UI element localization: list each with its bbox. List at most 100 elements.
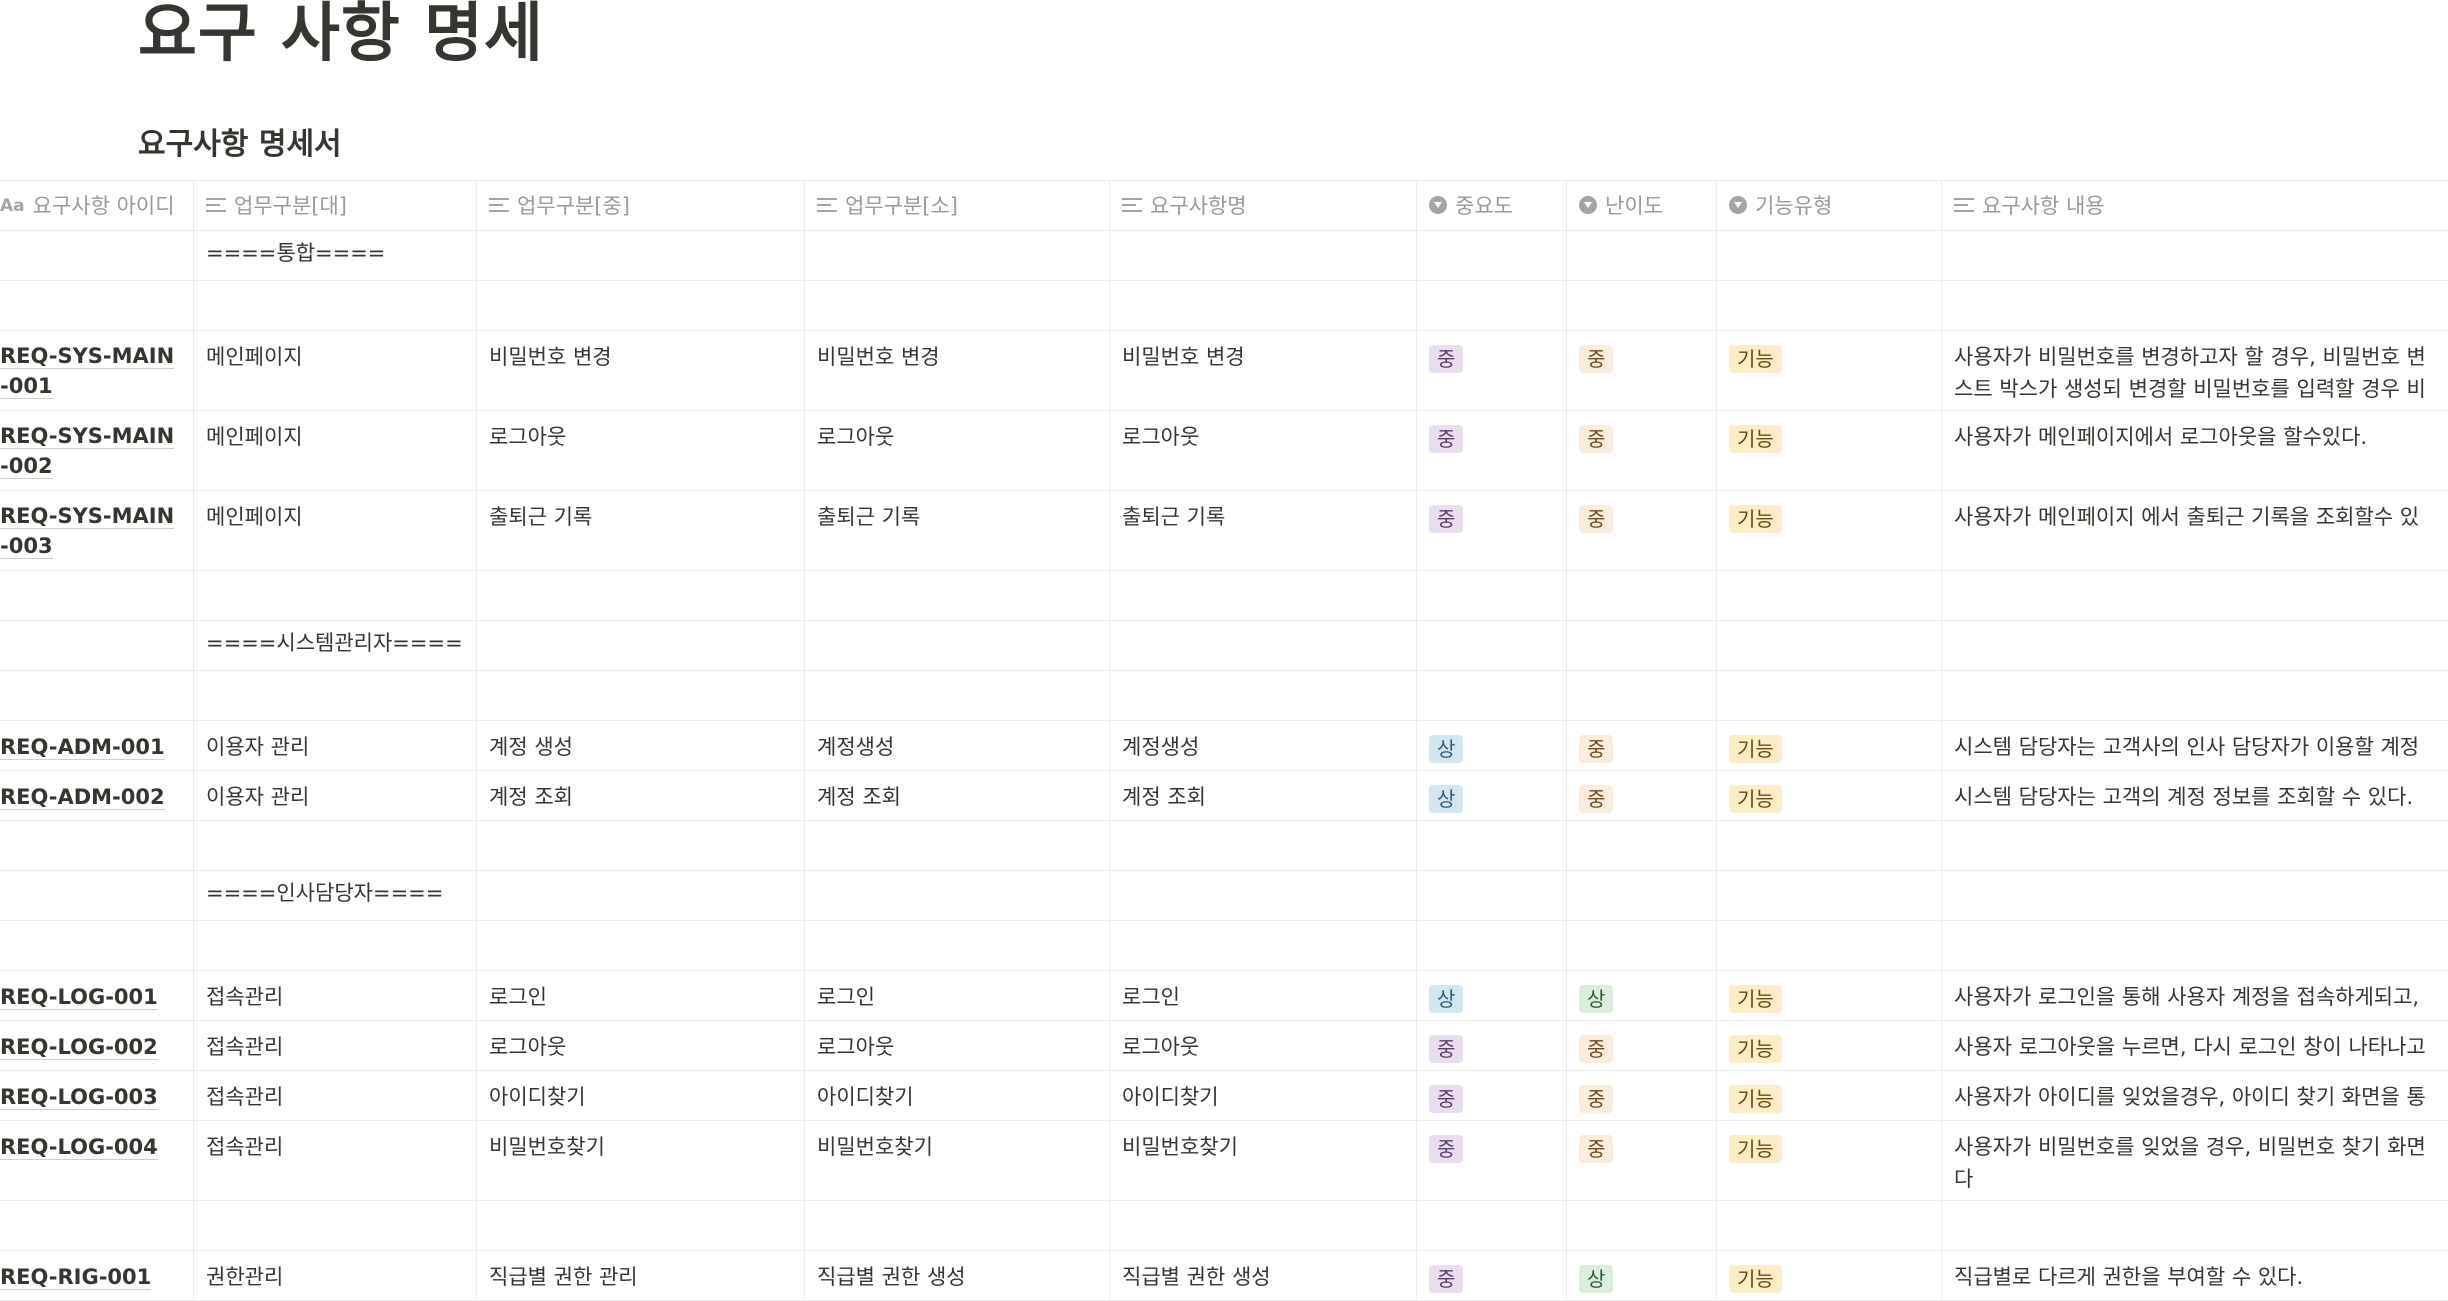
cell-id[interactable] [0,671,194,720]
database-title[interactable]: 요구사항 명세서 [138,125,342,165]
cell-difficulty[interactable]: 중 [1567,721,1717,770]
cell-minor[interactable] [805,821,1110,870]
cell-content[interactable] [1942,671,2448,720]
cell-major[interactable] [194,1201,477,1250]
cell-type[interactable]: 기능 [1717,771,1942,820]
cell-difficulty[interactable]: 중 [1567,411,1717,490]
cell-id[interactable] [0,621,194,670]
cell-type[interactable] [1717,281,1942,330]
cell-name[interactable] [1110,921,1417,970]
cell-type[interactable]: 기능 [1717,971,1942,1020]
cell-content[interactable]: 사용자가 메인페이지 에서 출퇴근 기록을 조회할수 있 [1942,491,2448,570]
table-row[interactable] [0,821,2448,871]
cell-id[interactable] [0,231,194,280]
cell-name[interactable]: 직급별 권한 생성 [1110,1251,1417,1300]
cell-mid[interactable] [477,821,805,870]
cell-type[interactable] [1717,571,1942,620]
cell-major[interactable] [194,281,477,330]
cell-name[interactable] [1110,1201,1417,1250]
cell-minor[interactable]: 직급별 권한 생성 [805,1251,1110,1300]
cell-difficulty[interactable]: 상 [1567,1251,1717,1300]
cell-difficulty[interactable] [1567,821,1717,870]
cell-content[interactable] [1942,921,2448,970]
cell-importance[interactable]: 상 [1417,721,1567,770]
cell-name[interactable] [1110,231,1417,280]
cell-minor[interactable]: 로그아웃 [805,1021,1110,1070]
cell-id[interactable] [0,871,194,920]
cell-mid[interactable] [477,281,805,330]
cell-minor[interactable]: 계정생성 [805,721,1110,770]
cell-mid[interactable] [477,571,805,620]
cell-importance[interactable]: 중 [1417,331,1567,410]
cell-type[interactable]: 기능 [1717,491,1942,570]
cell-name[interactable]: 비밀번호찾기 [1110,1121,1417,1200]
cell-id[interactable] [0,571,194,620]
cell-importance[interactable]: 중 [1417,491,1567,570]
cell-mid[interactable]: 비밀번호 변경 [477,331,805,410]
cell-mid[interactable] [477,871,805,920]
cell-content[interactable] [1942,871,2448,920]
cell-importance[interactable]: 상 [1417,771,1567,820]
cell-minor[interactable]: 아이디찾기 [805,1071,1110,1120]
cell-name[interactable]: 계정 조회 [1110,771,1417,820]
cell-id[interactable]: REQ-LOG-004 [0,1121,194,1200]
cell-name[interactable]: 비밀번호 변경 [1110,331,1417,410]
cell-importance[interactable] [1417,231,1567,280]
cell-major[interactable]: 이용자 관리 [194,771,477,820]
cell-minor[interactable] [805,571,1110,620]
cell-name[interactable]: 로그아웃 [1110,411,1417,490]
cell-difficulty[interactable]: 중 [1567,1021,1717,1070]
cell-minor[interactable] [805,281,1110,330]
cell-difficulty[interactable]: 상 [1567,971,1717,1020]
cell-mid[interactable]: 로그인 [477,971,805,1020]
cell-content[interactable] [1942,1201,2448,1250]
cell-minor[interactable] [805,621,1110,670]
cell-major[interactable]: 메인페이지 [194,491,477,570]
cell-id[interactable] [0,281,194,330]
table-row[interactable]: REQ-LOG-001 접속관리 로그인 로그인 로그인 상 상 기능 사용자가 로그인을 통해… [0,971,2448,1021]
cell-importance[interactable]: 중 [1417,1071,1567,1120]
table-row[interactable] [0,1201,2448,1251]
cell-mid[interactable] [477,1201,805,1250]
cell-content[interactable]: 사용자가 비밀번호를 변경하고자 할 경우, 비밀번호 변 스트 박스가 생성되 … [1942,331,2448,410]
cell-type[interactable] [1717,231,1942,280]
cell-mid[interactable]: 계정 조회 [477,771,805,820]
cell-type[interactable] [1717,1201,1942,1250]
cell-importance[interactable]: 상 [1417,971,1567,1020]
cell-difficulty[interactable]: 중 [1567,491,1717,570]
cell-name[interactable]: 아이디찾기 [1110,1071,1417,1120]
cell-minor[interactable]: 출퇴근 기록 [805,491,1110,570]
column-header-0[interactable]: Aa 요구사항 아이디 [0,181,194,230]
cell-mid[interactable]: 출퇴근 기록 [477,491,805,570]
column-header-7[interactable]: 기능유형 [1717,181,1942,230]
column-header-5[interactable]: 중요도 [1417,181,1567,230]
table-row[interactable]: REQ-LOG-002 접속관리 로그아웃 로그아웃 로그아웃 중 중 기능 사용자 로그아웃을… [0,1021,2448,1071]
cell-mid[interactable]: 비밀번호찾기 [477,1121,805,1200]
cell-mid[interactable]: 직급별 권한 관리 [477,1251,805,1300]
cell-major[interactable]: ====인사담당자==== [194,871,477,920]
cell-name[interactable] [1110,281,1417,330]
cell-type[interactable]: 기능 [1717,721,1942,770]
column-header-4[interactable]: 요구사항명 [1110,181,1417,230]
cell-minor[interactable] [805,671,1110,720]
cell-id[interactable]: REQ-SYS-MAIN-003 [0,491,194,570]
cell-name[interactable] [1110,671,1417,720]
cell-difficulty[interactable] [1567,571,1717,620]
table-row[interactable]: ====통합==== [0,231,2448,281]
cell-mid[interactable] [477,921,805,970]
cell-major[interactable]: 접속관리 [194,971,477,1020]
cell-content[interactable]: 사용자가 아이디를 잊었을경우, 아이디 찾기 화면을 통 [1942,1071,2448,1120]
cell-importance[interactable] [1417,281,1567,330]
cell-content[interactable]: 사용자가 로그인을 통해 사용자 계정을 접속하게되고, [1942,971,2448,1020]
cell-importance[interactable] [1417,871,1567,920]
cell-minor[interactable] [805,921,1110,970]
cell-mid[interactable] [477,621,805,670]
cell-difficulty[interactable] [1567,231,1717,280]
cell-name[interactable] [1110,571,1417,620]
cell-difficulty[interactable] [1567,621,1717,670]
cell-content[interactable] [1942,621,2448,670]
cell-mid[interactable] [477,231,805,280]
table-row[interactable]: REQ-ADM-001 이용자 관리 계정 생성 계정생성 계정생성 상 중 기능 시스템 담당… [0,721,2448,771]
cell-difficulty[interactable]: 중 [1567,1071,1717,1120]
cell-type[interactable]: 기능 [1717,1071,1942,1120]
